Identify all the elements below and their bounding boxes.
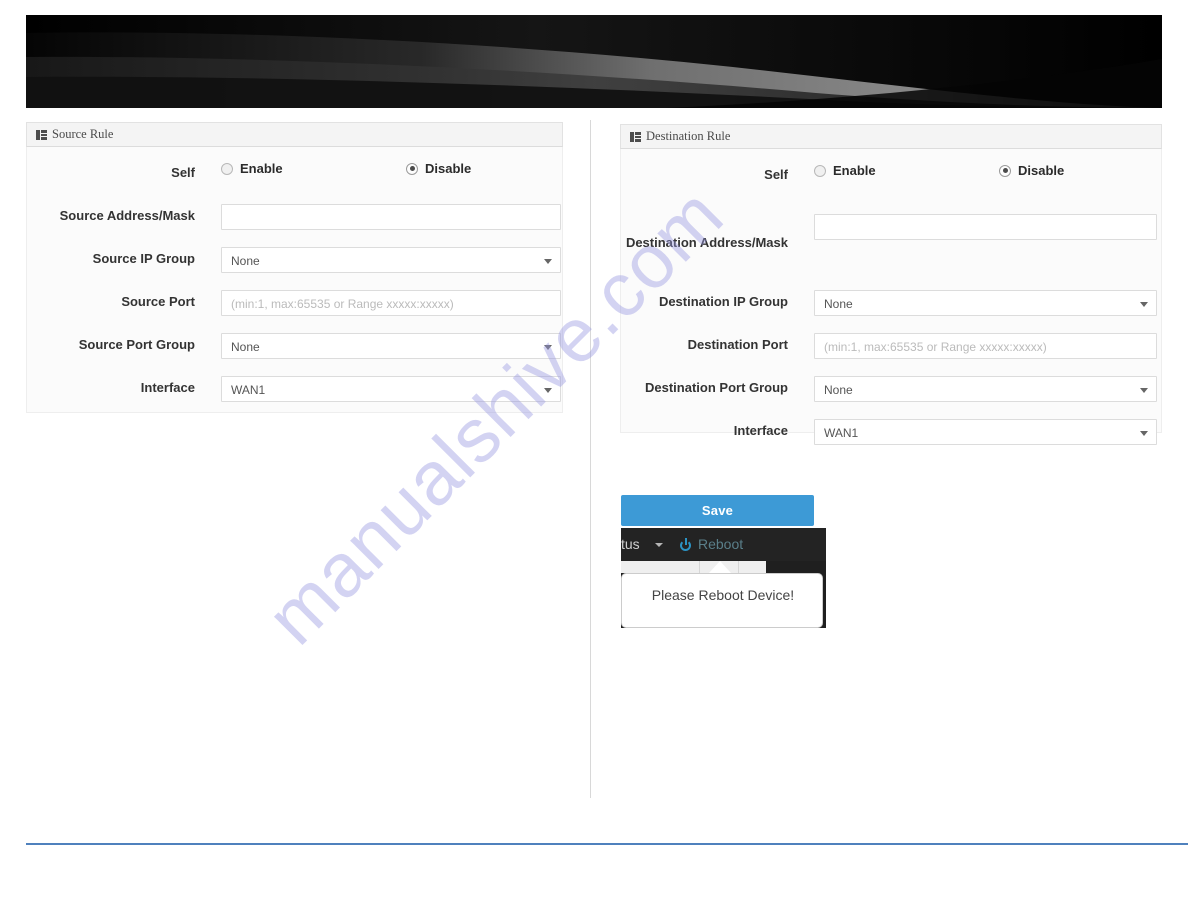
source-self-enable-label: Enable bbox=[240, 161, 283, 176]
chevron-down-icon bbox=[544, 388, 552, 393]
source-port-group-value: None bbox=[231, 340, 260, 354]
destination-address-mask-input[interactable] bbox=[814, 214, 1157, 240]
destination-self-disable-option[interactable]: Disable bbox=[999, 163, 1064, 178]
destination-self-enable-label: Enable bbox=[833, 163, 876, 178]
chevron-down-icon bbox=[1140, 431, 1148, 436]
source-self-radio-group[interactable]: Enable Disable bbox=[221, 161, 551, 176]
chevron-down-icon bbox=[544, 345, 552, 350]
footer-rule bbox=[26, 843, 1188, 845]
destination-port-row: Destination Port (min:1, max:65535 or Ra… bbox=[621, 333, 1161, 359]
destination-self-radio-group[interactable]: Enable Disable bbox=[814, 163, 1144, 178]
destination-ip-group-select[interactable]: None bbox=[814, 290, 1157, 316]
destination-ip-group-row: Destination IP Group None bbox=[621, 290, 1161, 316]
destination-interface-row: Interface WAN1 bbox=[621, 419, 1161, 445]
destination-port-group-value: None bbox=[824, 383, 853, 397]
source-port-group-label: Source Port Group bbox=[78, 337, 195, 352]
source-ip-group-value: None bbox=[231, 254, 260, 268]
source-self-disable-radio[interactable] bbox=[406, 162, 418, 175]
destination-rule-panel-header: Destination Rule bbox=[620, 124, 1162, 149]
grid-icon bbox=[630, 132, 641, 142]
destination-port-group-row: Destination Port Group None bbox=[621, 376, 1161, 402]
reboot-popover: Please Reboot Device! bbox=[621, 573, 823, 628]
destination-port-group-label: Destination Port Group bbox=[645, 380, 788, 395]
popover-arrow-icon bbox=[709, 561, 731, 573]
destination-ip-group-label: Destination IP Group bbox=[658, 294, 788, 309]
reboot-link-label: Reboot bbox=[698, 536, 744, 552]
source-self-label: Self bbox=[171, 165, 195, 180]
grid-icon bbox=[36, 130, 47, 140]
destination-rule-title: Destination Rule bbox=[646, 129, 731, 143]
destination-address-mask-row: Destination Address/Mask bbox=[621, 214, 1161, 252]
source-ip-group-label: Source IP Group bbox=[92, 251, 195, 266]
destination-self-label: Self bbox=[764, 167, 788, 182]
source-interface-label: Interface bbox=[140, 380, 195, 395]
chevron-down-icon bbox=[544, 259, 552, 264]
chevron-down-icon bbox=[655, 543, 663, 547]
source-self-disable-option[interactable]: Disable bbox=[406, 161, 471, 176]
chevron-down-icon bbox=[1140, 302, 1148, 307]
source-self-row: Self Enable Disable bbox=[27, 161, 562, 181]
source-self-disable-label: Disable bbox=[425, 161, 472, 176]
toolbar-strip bbox=[621, 561, 766, 573]
destination-interface-select[interactable]: WAN1 bbox=[814, 419, 1157, 445]
destination-interface-label: Interface bbox=[733, 423, 788, 438]
destination-rule-panel-body: Self Enable Disable Destination Address/… bbox=[620, 149, 1162, 445]
source-port-group-row: Source Port Group None bbox=[27, 333, 562, 359]
column-divider bbox=[590, 120, 591, 798]
source-address-mask-input[interactable] bbox=[221, 204, 561, 230]
source-address-mask-row: Source Address/Mask bbox=[27, 204, 562, 230]
source-interface-row: Interface WAN1 bbox=[27, 376, 562, 402]
destination-self-disable-label: Disable bbox=[1018, 163, 1065, 178]
status-menu-label[interactable]: tus bbox=[621, 534, 640, 554]
destination-interface-value: WAN1 bbox=[824, 426, 859, 440]
destination-self-disable-radio[interactable] bbox=[999, 164, 1011, 177]
destination-self-row: Self Enable Disable bbox=[621, 163, 1161, 183]
source-rule-panel-header: Source Rule bbox=[26, 122, 563, 147]
destination-self-enable-option[interactable]: Enable bbox=[814, 163, 999, 178]
destination-port-group-select[interactable]: None bbox=[814, 376, 1157, 402]
source-rule-panel-body: Self Enable Disable Source Address/Mask … bbox=[26, 147, 563, 413]
source-port-label: Source Port bbox=[121, 294, 195, 309]
destination-self-enable-radio[interactable] bbox=[814, 164, 826, 177]
power-icon bbox=[680, 538, 693, 551]
source-interface-value: WAN1 bbox=[231, 383, 266, 397]
chevron-down-icon bbox=[1140, 388, 1148, 393]
source-ip-group-row: Source IP Group None bbox=[27, 247, 562, 273]
source-rule-panel: Source Rule Self Enable Disable Source A… bbox=[26, 122, 563, 413]
destination-rule-panel: Destination Rule Self Enable Disable Des… bbox=[620, 124, 1162, 445]
source-self-enable-option[interactable]: Enable bbox=[221, 161, 406, 176]
source-port-row: Source Port (min:1, max:65535 or Range x… bbox=[27, 290, 562, 316]
reboot-link[interactable]: Reboot bbox=[680, 534, 743, 554]
reboot-popover-text: Please Reboot Device! bbox=[651, 587, 795, 603]
source-port-input[interactable]: (min:1, max:65535 or Range xxxxx:xxxxx) bbox=[221, 290, 561, 316]
source-port-group-select[interactable]: None bbox=[221, 333, 561, 359]
destination-ip-group-value: None bbox=[824, 297, 853, 311]
source-interface-select[interactable]: WAN1 bbox=[221, 376, 561, 402]
reboot-notice-inset: tus Reboot Please Reboot Device! bbox=[621, 528, 826, 628]
source-rule-title: Source Rule bbox=[52, 127, 114, 141]
save-button[interactable]: Save bbox=[621, 495, 814, 526]
reboot-navbar: tus Reboot bbox=[621, 528, 826, 561]
source-self-enable-radio[interactable] bbox=[221, 162, 233, 175]
banner-graphic bbox=[26, 15, 1162, 108]
destination-port-input[interactable]: (min:1, max:65535 or Range xxxxx:xxxxx) bbox=[814, 333, 1157, 359]
source-ip-group-select[interactable]: None bbox=[221, 247, 561, 273]
destination-port-label: Destination Port bbox=[687, 337, 788, 352]
destination-address-mask-label: Destination Address/Mask bbox=[625, 235, 788, 250]
source-address-mask-label: Source Address/Mask bbox=[59, 208, 195, 223]
header-banner bbox=[26, 15, 1162, 108]
